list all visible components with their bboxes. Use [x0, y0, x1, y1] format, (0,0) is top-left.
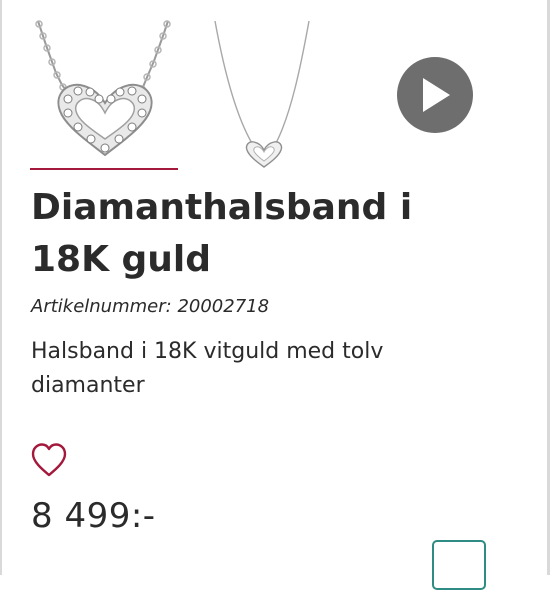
heart-necklace-closeup-image	[35, 20, 171, 157]
article-number: Artikelnummer: 20002718	[31, 296, 269, 317]
add-to-cart-button[interactable]	[432, 540, 486, 590]
wishlist-button[interactable]	[30, 442, 68, 478]
article-number-label: Artikelnummer:	[31, 296, 172, 317]
article-number-value: 20002718	[177, 296, 270, 317]
frame-edge-left	[0, 0, 2, 575]
heart-necklace-full-image	[214, 20, 310, 168]
selected-thumbnail-indicator	[30, 168, 178, 170]
thumbnail-closeup[interactable]	[30, 15, 180, 173]
product-title: Diamanthalsband i 18K guld	[31, 187, 413, 280]
video-play-button[interactable]	[397, 57, 473, 133]
play-icon	[423, 78, 450, 112]
thumbnail-full[interactable]	[205, 15, 315, 173]
product-description: Halsband i 18K vitguld med tolv diamante…	[31, 339, 384, 398]
product-price: 8 499:-	[31, 496, 156, 536]
heart-outline-icon	[31, 443, 67, 477]
